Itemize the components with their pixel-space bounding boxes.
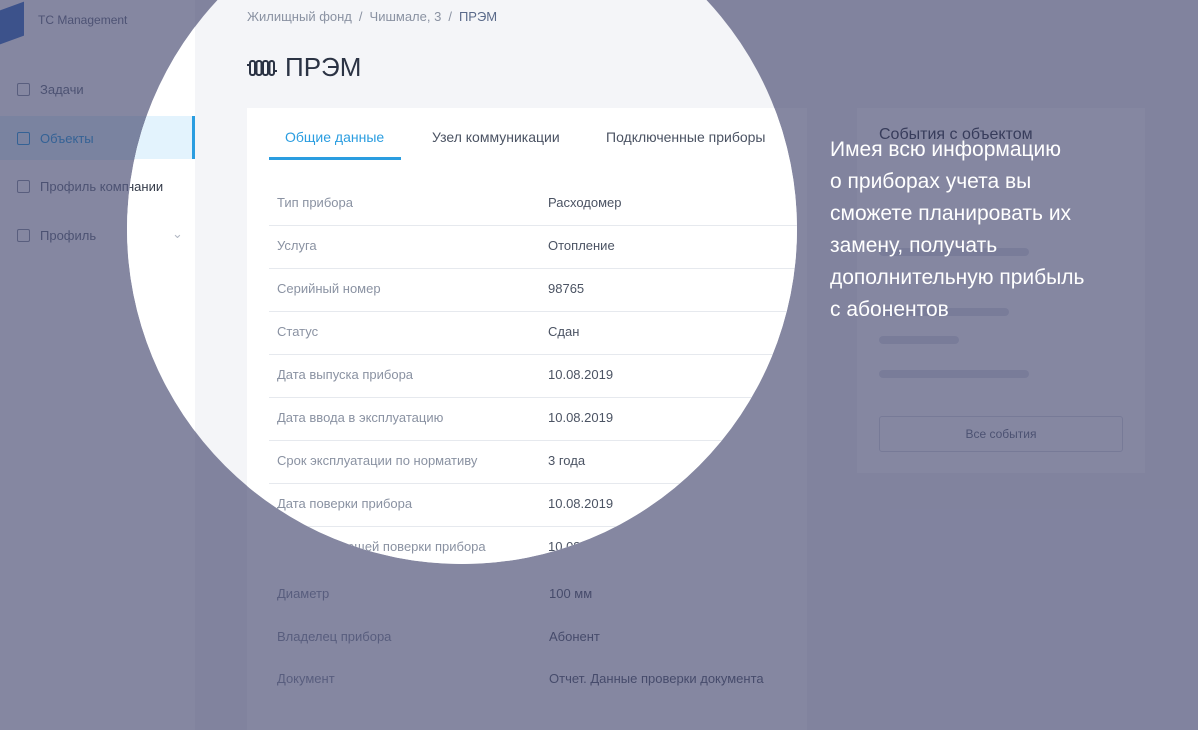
breadcrumb-separator: / — [448, 9, 452, 24]
page-title: ПРЭМ — [247, 52, 361, 83]
row-label: Срок эксплуатации по нормативу — [277, 453, 478, 468]
background-row: Владелец прибора Абонент — [277, 629, 600, 644]
table-row: Дата ввода в эксплуатацию 10.08.2019 — [269, 397, 797, 441]
sidebar-item-label: Профиль — [40, 227, 97, 243]
tab-connected-devices[interactable]: Подключенные приборы — [606, 129, 765, 145]
row-label: Статус — [277, 324, 319, 339]
event-line — [879, 370, 1029, 378]
background-row: Документ Отчет. Данные проверки документ… — [277, 671, 764, 686]
row-value: 3 года — [548, 453, 586, 468]
table-row: Серийный номер 98765 — [269, 268, 797, 312]
active-tab-indicator — [269, 157, 401, 160]
tab-communication-node[interactable]: Узел коммуникации — [432, 129, 560, 145]
background-row: Диаметр 100 мм — [277, 586, 593, 601]
table-row: Дата следующей поверки прибора 10.08.202… — [269, 526, 797, 564]
breadcrumb-item[interactable]: Жилищный фонд — [247, 9, 352, 24]
details-card: Общие данные Узел коммуникации Подключен… — [247, 108, 797, 564]
row-value: Отопление — [548, 238, 615, 253]
row-label: Услуга — [277, 238, 317, 253]
sidebar-item-label-partial: нании — [127, 179, 164, 194]
sidebar-item-label: Задачи — [40, 81, 84, 97]
row-value: 10.08.2019 — [548, 410, 614, 425]
promo-line: дополнительную прибыль — [830, 266, 1085, 289]
objects-icon — [17, 131, 30, 145]
sidebar-item-label: Объекты — [40, 130, 94, 146]
sidebar-magnified — [127, 0, 195, 564]
row-label: Дата ввода в эксплуатацию — [277, 410, 444, 425]
promo-text: Имея всю информацию о приборах учета вы … — [830, 134, 1170, 326]
promo-line: сможете планировать их — [830, 202, 1072, 225]
tab-general[interactable]: Общие данные — [285, 129, 384, 145]
tasks-icon — [17, 82, 30, 96]
sidebar-active-indicator — [127, 116, 195, 159]
tab-bar: Общие данные Узел коммуникации Подключен… — [247, 108, 797, 160]
promo-line: с абонентов — [830, 298, 949, 321]
page-title-text: ПРЭМ — [285, 52, 362, 82]
row-label: Серийный номер — [277, 281, 381, 296]
row-label: Дата выпуска прибора — [277, 367, 414, 382]
row-value: 10.08.2019 — [548, 496, 614, 511]
magnifier-circle: нании ⌄ Жилищный фонд / Чишмале, 3 / ПРЭМ ПР… — [127, 0, 797, 564]
magnified-content: нании ⌄ Жилищный фонд / Чишмале, 3 / ПРЭМ ПР… — [127, 0, 797, 564]
chevron-down-icon: ⌄ — [172, 226, 183, 241]
breadcrumb-current: ПРЭМ — [458, 9, 498, 24]
row-value: 10.08.2020 — [548, 539, 614, 554]
row-value: 10.08.2019 — [548, 367, 614, 382]
logo — [0, 1, 24, 45]
breadcrumb-item[interactable]: Чишмале, 3 — [370, 9, 442, 24]
row-label: Дата поверки прибора — [277, 496, 413, 511]
promo-line: замену, получать — [830, 234, 998, 257]
logo-text: TC Management — [38, 13, 128, 27]
promo-line: о приборах учета вы — [830, 170, 1032, 193]
table-row: Тип прибора Расходомер — [269, 182, 797, 226]
company-icon — [17, 179, 30, 193]
breadcrumb-separator: / — [358, 9, 363, 24]
table-row: Дата выпуска прибора 10.08.2019 — [269, 354, 797, 398]
table-row: Срок эксплуатации по нормативу 3 года — [269, 440, 797, 484]
radiator-icon — [247, 59, 277, 76]
row-label: Дата следующей поверки прибора — [277, 539, 486, 554]
event-line — [879, 336, 959, 344]
table-row: Дата поверки прибора 10.08.2019 — [269, 483, 797, 527]
row-value: Расходомер — [548, 195, 622, 210]
all-events-button[interactable]: Все события — [879, 416, 1123, 452]
promo-line: Имея всю информацию — [830, 138, 1062, 161]
user-icon — [17, 228, 30, 242]
table-row: Статус Сдан — [269, 311, 797, 355]
breadcrumb: Жилищный фонд / Чишмале, 3 / ПРЭМ — [247, 9, 497, 24]
row-value: 98765 — [548, 281, 585, 296]
row-label: Тип прибора — [277, 195, 353, 210]
table-row: Услуга Отопление — [269, 225, 797, 269]
row-value: Сдан — [548, 324, 580, 339]
